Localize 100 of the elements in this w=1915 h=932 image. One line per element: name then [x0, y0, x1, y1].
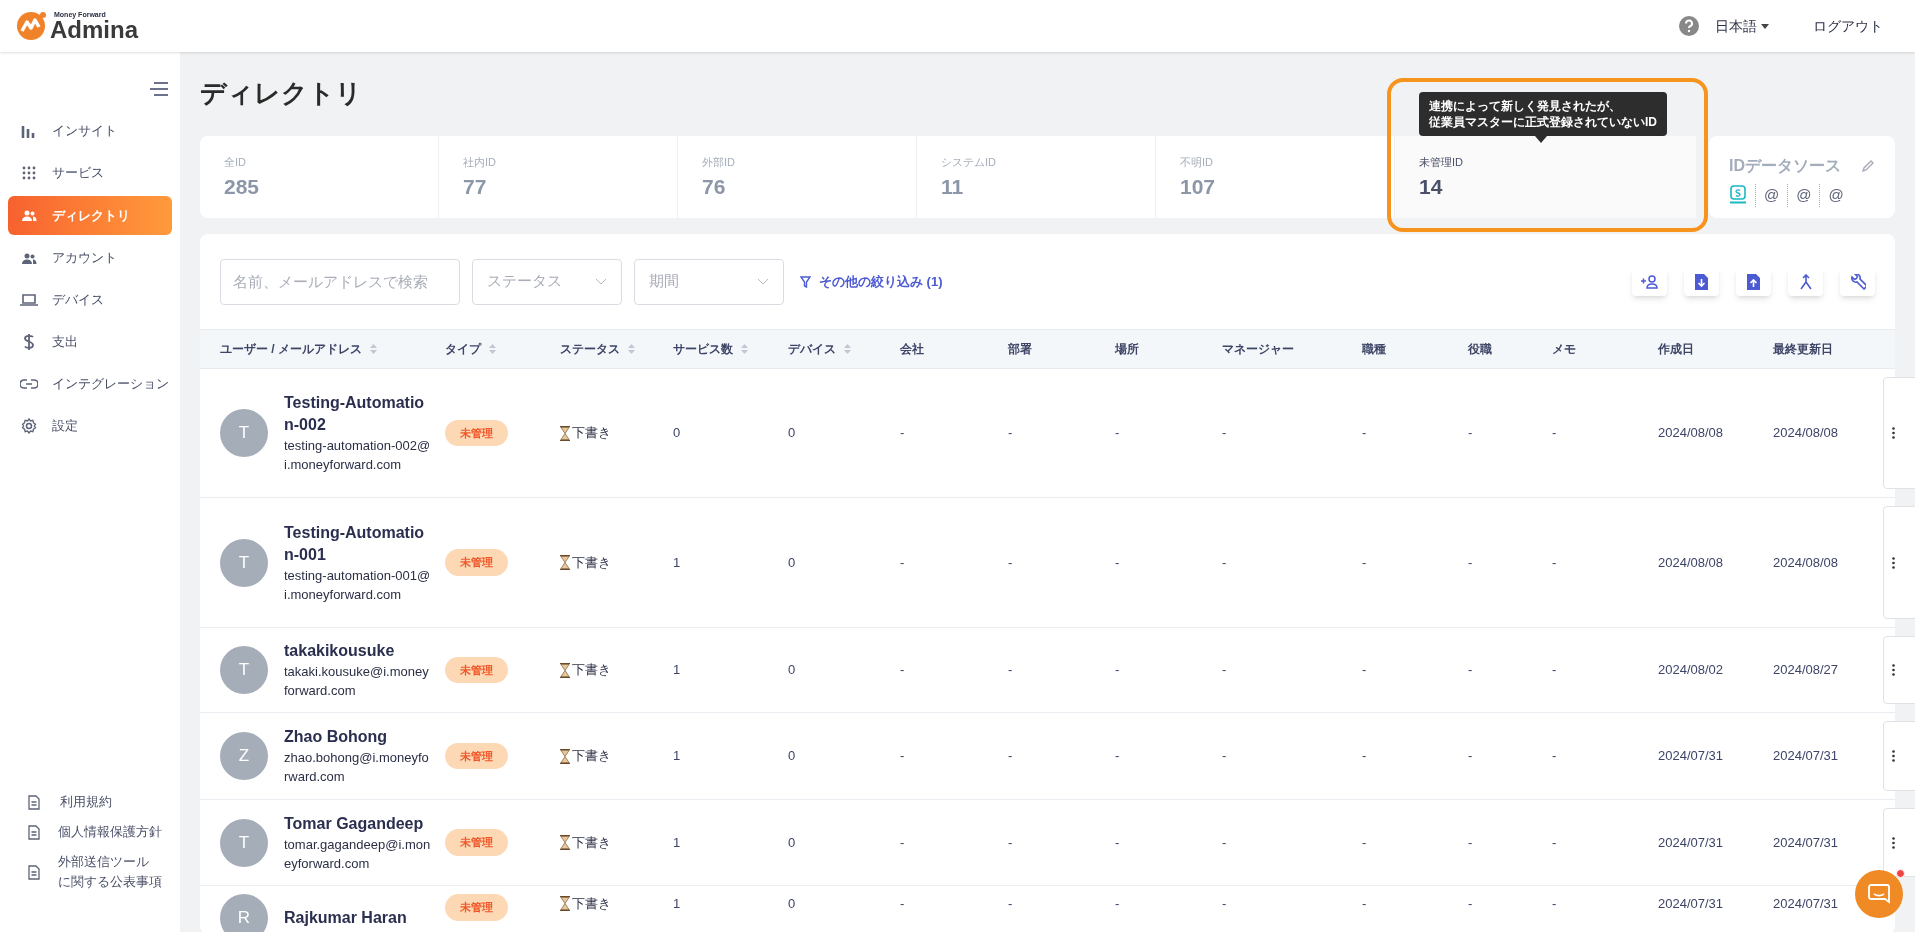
table-cell-text: 2024/07/31: [1658, 833, 1725, 852]
table-cell-text: 1: [673, 661, 682, 680]
data-source-mark: @: [1755, 184, 1780, 207]
user-name[interactable]: Rajkumar Haran: [284, 907, 432, 929]
language-dropdown[interactable]: 日本語: [1715, 15, 1769, 37]
user-name[interactable]: Tomar Gagandeep: [284, 812, 432, 835]
user-avatar: T: [220, 538, 268, 587]
user-name[interactable]: Testing-Automation-002: [284, 392, 432, 436]
table-cell-text: -: [1468, 553, 1474, 572]
status-text: 下書き: [572, 895, 611, 913]
table-cell-text: 0: [788, 661, 797, 680]
data-source-mark: @: [1787, 184, 1812, 207]
stat-label: 全ID: [224, 155, 247, 170]
table-cell-text: 1: [673, 895, 682, 913]
table-cell-text: -: [900, 424, 906, 443]
table-cell-text: -: [1115, 747, 1121, 766]
table-cell-text: -: [1115, 553, 1121, 572]
table-cell-text: 0: [788, 833, 797, 852]
table-cell-text: -: [1115, 661, 1121, 680]
stat-value: 11: [941, 173, 965, 200]
user-name[interactable]: Zhao Bohong: [284, 726, 432, 748]
type-badge: 未管理: [445, 549, 508, 576]
stat-label: システムID: [941, 155, 997, 170]
sidebar-item[interactable]: インテグレーション: [8, 365, 172, 403]
table-cell-text: -: [900, 661, 906, 680]
footer-link-text[interactable]: に関する公表事項: [58, 872, 162, 892]
brand-name: Admina: [50, 17, 138, 42]
sidebar-item[interactable]: デバイス: [8, 281, 172, 319]
column-header: 職種: [1362, 341, 1387, 358]
table-cell-text: -: [1115, 895, 1121, 913]
table-cell-text: 2024/08/08: [1773, 553, 1840, 572]
column-header[interactable]: ステータス: [560, 340, 673, 358]
table-cell-text: -: [900, 895, 906, 913]
table-cell-text: -: [1362, 895, 1368, 913]
table-cell-text: 0: [673, 424, 682, 443]
table-cell-text: 2024/08/08: [1658, 424, 1725, 443]
stat-value: 76: [702, 173, 727, 200]
user-avatar: T: [220, 646, 268, 694]
column-header[interactable]: ユーザー / メールアドレス: [200, 340, 445, 358]
table-cell-text: -: [1222, 895, 1228, 913]
user-name[interactable]: takakikousuke: [284, 640, 432, 662]
table-cell-text: -: [1362, 553, 1368, 572]
stat-label: 社内ID: [463, 155, 497, 170]
table-cell-text: -: [1222, 661, 1228, 680]
user-email: testing-automation-001@i.moneyforward.com: [284, 566, 432, 604]
dropdown-placeholder: 期間: [649, 271, 679, 292]
sidebar-item[interactable]: 設定: [8, 407, 172, 445]
table-cell-text: -: [1552, 833, 1558, 852]
column-header[interactable]: サービス数: [673, 340, 788, 358]
stat-card[interactable]: 未管理ID 14: [1395, 136, 1696, 218]
user-email: takaki.kousuke@i.moneyforward.com: [284, 663, 430, 700]
table-cell-text: -: [1362, 747, 1368, 766]
footer-link-text[interactable]: 個人情報保護方針: [58, 822, 162, 842]
user-name[interactable]: Testing-Automation-001: [284, 521, 432, 566]
column-header[interactable]: デバイス: [788, 340, 900, 358]
table-cell-text: 0: [788, 895, 797, 913]
sidebar-item[interactable]: サービス: [8, 154, 172, 192]
type-badge: 未管理: [445, 742, 508, 770]
user-avatar: Z: [220, 732, 268, 780]
search-field[interactable]: 名前、メールアドレスで検索: [220, 258, 460, 305]
column-header[interactable]: タイプ: [445, 340, 560, 358]
sidebar-item[interactable]: インサイト: [8, 112, 172, 150]
footer-link-text[interactable]: 利用規約: [60, 792, 112, 812]
user-email: zhao.bohong@i.moneyforward.com: [284, 749, 430, 786]
table-cell-text: -: [1362, 833, 1368, 852]
table-cell-text: 1: [673, 553, 682, 572]
page-title: ディレクトリ: [200, 77, 362, 110]
table-cell-text: -: [1008, 747, 1014, 766]
table-cell-text: -: [1222, 424, 1228, 443]
column-header: 会社: [900, 341, 925, 358]
table-cell-text: 2024/08/02: [1658, 661, 1725, 680]
footer-link-text[interactable]: 外部送信ツール: [58, 852, 162, 872]
type-badge: 未管理: [445, 656, 508, 684]
status-text: 下書き: [572, 553, 611, 572]
stat-value: 14: [1419, 173, 1444, 200]
logout-button[interactable]: ログアウト: [1813, 15, 1883, 37]
table-cell-text: -: [1552, 747, 1558, 766]
stat-value: 107: [1180, 173, 1217, 200]
type-badge: 未管理: [445, 419, 508, 447]
table-cell-text: -: [900, 553, 906, 572]
status-text: 下書き: [572, 661, 611, 680]
status-text: 下書き: [572, 424, 611, 443]
table-cell-text: 0: [788, 747, 797, 766]
type-badge: 未管理: [445, 894, 508, 921]
sidebar-item[interactable]: 支出: [8, 323, 172, 361]
tooltip-text: 連携によって新しく発見されたが、: [1429, 98, 1622, 114]
table-cell-text: -: [1468, 747, 1474, 766]
column-header: 最終更新日: [1773, 341, 1834, 358]
table-cell-text: 0: [788, 424, 797, 443]
table-cell-text: 2024/08/27: [1773, 661, 1840, 680]
column-header: メモ: [1552, 341, 1577, 358]
table-cell-text: -: [1115, 833, 1121, 852]
table-cell-text: -: [1008, 661, 1014, 680]
user-email: testing-automation-002@i.moneyforward.com: [284, 437, 432, 474]
table-cell-text: -: [1222, 553, 1228, 572]
more-filters-link[interactable]: その他の絞り込み (1): [800, 271, 943, 292]
sidebar-item[interactable]: アカウント: [8, 239, 172, 277]
dropdown-placeholder: ステータス: [487, 271, 562, 292]
table-cell-text: -: [1222, 747, 1228, 766]
user-avatar: R: [220, 894, 268, 932]
